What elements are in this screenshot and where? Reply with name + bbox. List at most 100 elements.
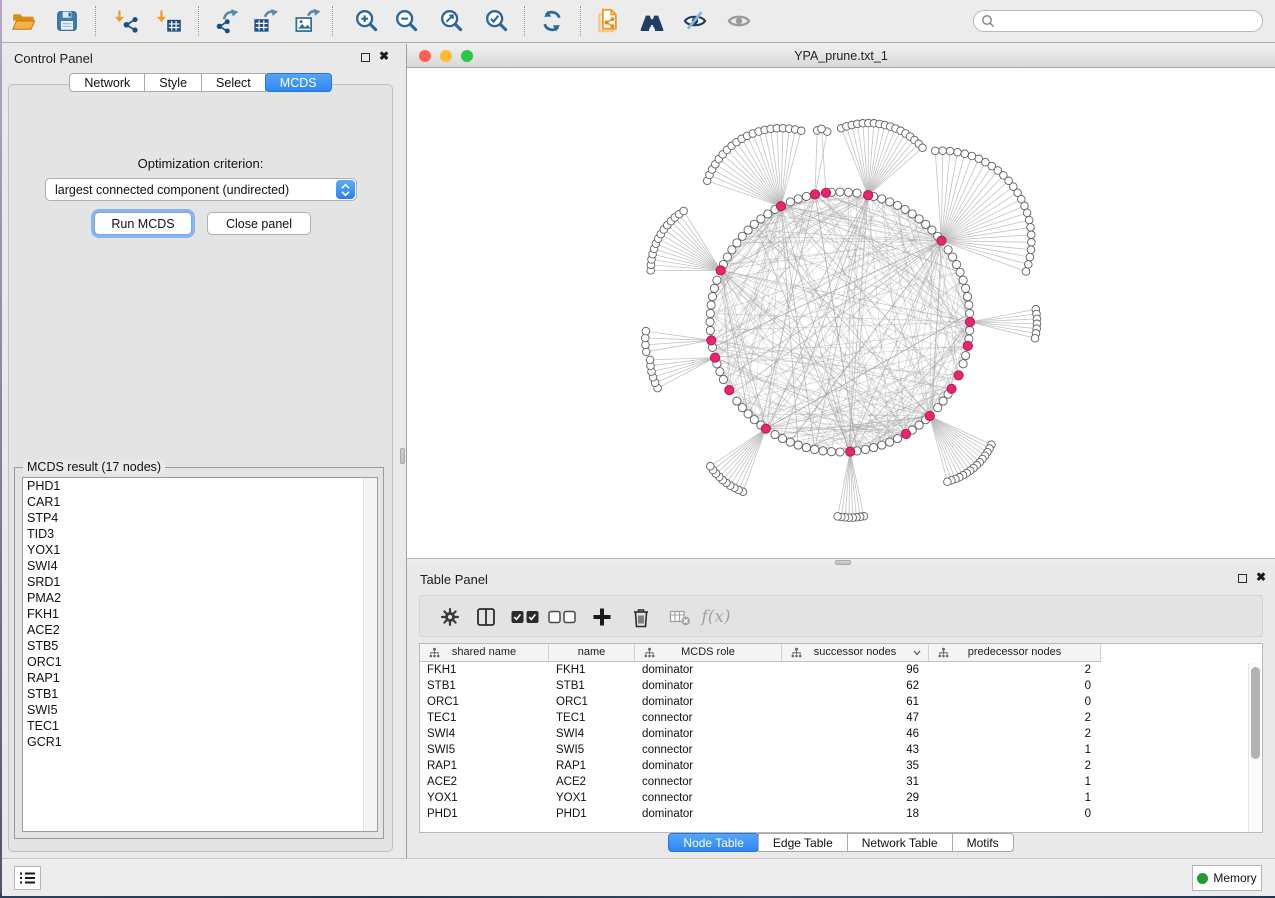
mcds-result-item[interactable]: TEC1 — [23, 718, 377, 734]
mcds-result-item[interactable]: FKH1 — [23, 606, 377, 622]
tab-style[interactable]: Style — [144, 73, 202, 92]
table-cell: dominator — [635, 758, 782, 774]
task-history-button[interactable] — [14, 866, 41, 890]
column-header-successor-nodes[interactable]: successor nodes — [782, 644, 929, 662]
table-row[interactable]: STB1STB1dominator620 — [420, 678, 1262, 694]
toolbar-separator — [580, 6, 581, 36]
mcds-result-item[interactable]: ORC1 — [23, 654, 377, 670]
table-cell: FKH1 — [549, 662, 635, 678]
export-network-button[interactable] — [212, 6, 242, 36]
close-panel-icon[interactable]: ✖ — [379, 49, 389, 63]
close-panel-button[interactable]: Close panel — [207, 212, 311, 235]
memory-button[interactable]: Memory — [1192, 865, 1262, 891]
mcds-result-item[interactable]: STP4 — [23, 510, 377, 526]
share-document-button[interactable] — [592, 6, 622, 36]
delete-column-button[interactable] — [624, 596, 658, 638]
mcds-result-group: MCDS result (17 nodes) PHD1CAR1STP4TID3Y… — [14, 467, 384, 839]
add-column-button[interactable] — [585, 596, 619, 638]
eye-disabled-icon — [726, 8, 752, 34]
mcds-result-item[interactable]: PMA2 — [23, 590, 377, 606]
network-canvas[interactable] — [407, 68, 1275, 558]
table-row[interactable]: YOX1YOX1connector291 — [420, 790, 1262, 806]
table-cell: connector — [635, 710, 782, 726]
table-scrollbar[interactable] — [1248, 663, 1261, 832]
mcds-result-item[interactable]: STB5 — [23, 638, 377, 654]
table-cell: YOX1 — [420, 790, 549, 806]
node-table[interactable]: shared namenameMCDS rolesuccessor nodesp… — [419, 643, 1263, 833]
tab-motifs[interactable]: Motifs — [952, 833, 1014, 852]
tab-edge-table[interactable]: Edge Table — [758, 833, 848, 852]
network-title: YPA_prune.txt_1 — [407, 49, 1275, 63]
horizontal-splitter[interactable] — [407, 558, 1275, 565]
zoom-out-icon — [394, 8, 420, 34]
select-all-icon — [511, 610, 539, 624]
table-row[interactable]: FKH1FKH1dominator962 — [420, 662, 1262, 678]
mcds-result-item[interactable]: SRD1 — [23, 574, 377, 590]
float-panel-icon[interactable] — [361, 53, 370, 62]
mcds-result-list[interactable]: PHD1CAR1STP4TID3YOX1SWI4SRD1PMA2FKH1ACE2… — [22, 477, 378, 832]
tab-node-table[interactable]: Node Table — [668, 833, 759, 852]
vertical-splitter[interactable] — [399, 44, 407, 858]
mcds-result-title: MCDS result (17 nodes) — [23, 460, 165, 474]
criterion-dropdown[interactable]: largest connected component (undirected) — [45, 178, 357, 201]
mcds-result-item[interactable]: SWI4 — [23, 558, 377, 574]
import-table-button[interactable] — [154, 6, 184, 36]
tab-mcds[interactable]: MCDS — [265, 73, 332, 92]
result-list-scrollbar[interactable] — [363, 478, 377, 831]
table-panel-tabs: Node TableEdge TableNetwork TableMotifs — [407, 833, 1275, 852]
table-row[interactable]: PHD1PHD1dominator180 — [420, 806, 1262, 822]
refresh-button[interactable] — [537, 6, 567, 36]
dropdown-stepper-icon — [336, 180, 355, 199]
export-image-button[interactable] — [292, 6, 322, 36]
tab-network[interactable]: Network — [69, 73, 145, 92]
table-row[interactable]: SWI4SWI4dominator462 — [420, 726, 1262, 742]
close-panel-icon[interactable]: ✖ — [1256, 570, 1266, 584]
table-row[interactable]: SWI5SWI5connector431 — [420, 742, 1262, 758]
table-row[interactable]: TEC1TEC1connector472 — [420, 710, 1262, 726]
select-all-button[interactable] — [508, 596, 542, 638]
save-session-button[interactable] — [52, 6, 82, 36]
mcds-result-item[interactable]: CAR1 — [23, 494, 377, 510]
import-network-button[interactable] — [112, 6, 142, 36]
column-header-MCDS-role[interactable]: MCDS role — [635, 644, 782, 662]
mcds-result-item[interactable]: TID3 — [23, 526, 377, 542]
mcds-result-item[interactable]: SWI5 — [23, 702, 377, 718]
tab-select[interactable]: Select — [201, 73, 266, 92]
tab-network-table[interactable]: Network Table — [847, 833, 953, 852]
zoom-selected-button[interactable] — [482, 6, 512, 36]
export-table-button[interactable] — [250, 6, 280, 36]
mcds-result-item[interactable]: ACE2 — [23, 622, 377, 638]
table-scrollbar-thumb[interactable] — [1251, 667, 1260, 759]
mcds-result-item[interactable]: PHD1 — [23, 478, 377, 494]
table-cell: dominator — [635, 694, 782, 710]
deselect-all-button[interactable] — [545, 596, 579, 638]
zoom-in-button[interactable] — [352, 6, 382, 36]
run-mcds-button[interactable]: Run MCDS — [94, 212, 192, 235]
table-cell: TEC1 — [549, 710, 635, 726]
table-cell: ORC1 — [420, 694, 549, 710]
mcds-result-item[interactable]: GCR1 — [23, 734, 377, 750]
toggle-columns-button[interactable] — [469, 596, 503, 638]
float-panel-icon[interactable] — [1238, 574, 1247, 583]
table-settings-button[interactable] — [433, 596, 467, 638]
column-header-name[interactable]: name — [549, 644, 635, 662]
zoom-out-button[interactable] — [392, 6, 422, 36]
mcds-result-item[interactable]: YOX1 — [23, 542, 377, 558]
column-header-predecessor-nodes[interactable]: predecessor nodes — [929, 644, 1101, 662]
table-cell: 35 — [782, 758, 929, 774]
column-header-shared-name[interactable]: shared name — [420, 644, 549, 662]
splitter-grip[interactable] — [400, 448, 405, 464]
open-file-button[interactable] — [9, 6, 39, 36]
table-row[interactable]: RAP1RAP1dominator352 — [420, 758, 1262, 774]
toolbar-search-input[interactable] — [973, 10, 1263, 32]
table-cell: PHD1 — [549, 806, 635, 822]
mcds-result-item[interactable]: STB1 — [23, 686, 377, 702]
search-networks-button[interactable] — [637, 6, 667, 36]
table-row[interactable]: ORC1ORC1dominator610 — [420, 694, 1262, 710]
zoom-fit-button[interactable] — [437, 6, 467, 36]
network-title-bar[interactable]: YPA_prune.txt_1 — [407, 44, 1275, 68]
mcds-result-item[interactable]: RAP1 — [23, 670, 377, 686]
table-row[interactable]: ACE2ACE2connector311 — [420, 774, 1262, 790]
hide-items-button[interactable] — [680, 6, 710, 36]
show-items-button[interactable] — [724, 6, 754, 36]
